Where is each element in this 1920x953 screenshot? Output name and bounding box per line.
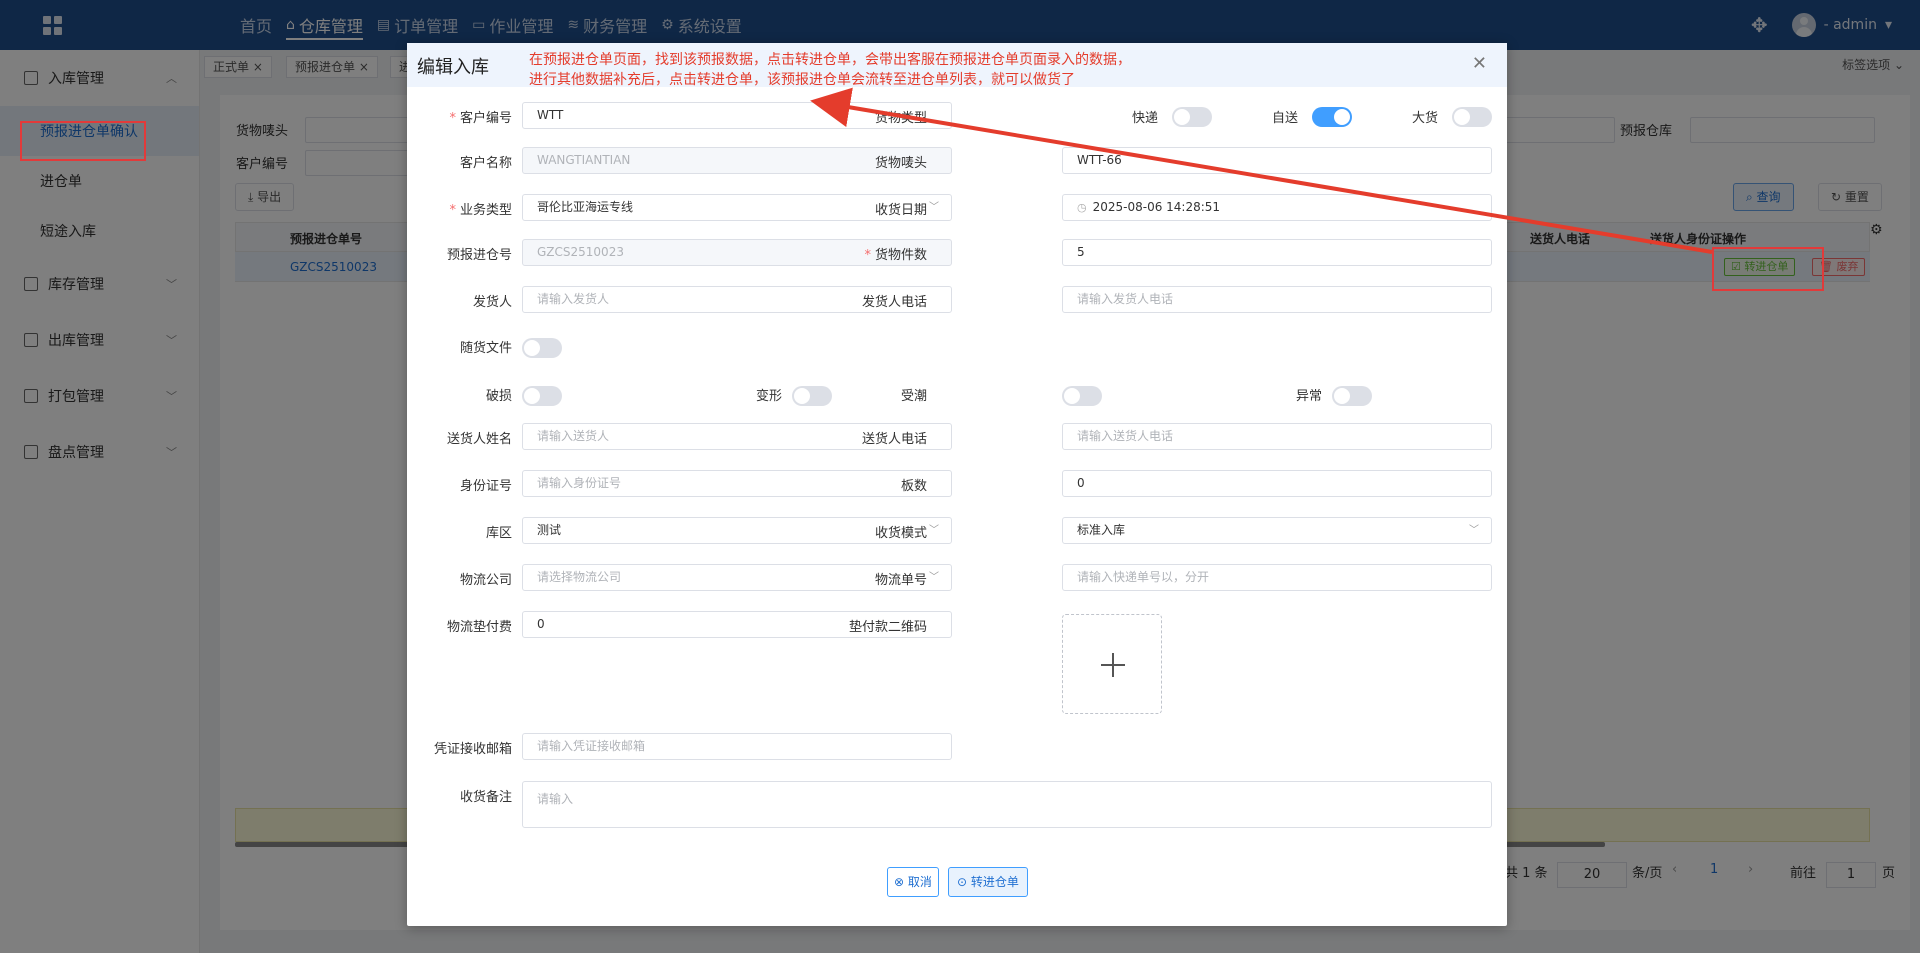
receive-mode-select[interactable]: 标准入库 ﹀ — [1062, 517, 1492, 544]
annotation-text: 在预报进仓单页面，找到该预报数据，点击转进仓单，会带出客服在预报进仓单页面录入的… — [529, 50, 1131, 90]
remarks-textarea[interactable]: 请输入 — [522, 781, 1492, 828]
piece-count-label: * 货物件数 — [864, 248, 927, 263]
tracking-no-label: 物流单号 — [874, 573, 927, 588]
logistics-company-placeholder: 请选择物流公司 — [537, 570, 622, 584]
receive-date-picker[interactable]: ◷ 2025-08-06 14:28:51 — [1062, 194, 1492, 221]
cancel-circle-icon: ⊗ — [894, 875, 905, 889]
annotation-line-1: 在预报进仓单页面，找到该预报数据，点击转进仓单，会带出客服在预报进仓单页面录入的… — [529, 52, 1131, 68]
qr-upload-plus-icon[interactable] — [1062, 614, 1162, 714]
abnormal-switch[interactable] — [1332, 386, 1372, 406]
deliverer-phone-input[interactable]: 请输入送货人电话 — [1062, 423, 1492, 450]
pallets-label: 板数 — [900, 479, 927, 494]
convert-label: 转进仓单 — [970, 875, 1019, 889]
shipper-phone-input[interactable]: 请输入发货人电话 — [1062, 286, 1492, 313]
cargo-type-self-label: 自送 — [1272, 111, 1299, 126]
receive-date-value: 2025-08-06 14:28:51 — [1092, 200, 1221, 214]
cancel-button[interactable]: ⊗ 取消 — [887, 867, 939, 897]
chevron-down-icon: ﹀ — [929, 572, 939, 583]
logistics-fee-label: 物流垫付费 — [446, 620, 512, 635]
pallets-input[interactable]: 0 — [1062, 470, 1492, 497]
highlight-box-operation — [1712, 247, 1824, 291]
receive-mode-label: 收货模式 — [874, 526, 927, 541]
dialog-title: 编辑入库 — [417, 57, 489, 78]
customer-code-label: * 客户编号 — [449, 111, 512, 126]
id-number-label: 身份证号 — [459, 479, 512, 494]
abnormal-label: 异常 — [1295, 389, 1322, 404]
damaged-switch[interactable] — [522, 386, 562, 406]
customer-name-label: 客户名称 — [459, 156, 512, 171]
tracking-no-input[interactable]: 请输入快递单号以，分开 — [1062, 564, 1492, 591]
accompanying-docs-label: 随货文件 — [459, 341, 512, 356]
damp-switch[interactable] — [1062, 386, 1102, 406]
highlight-box-sidebar — [20, 121, 146, 161]
edit-inbound-dialog: 编辑入库 在预报进仓单页面，找到该预报数据，点击转进仓单，会带出客服在预报进仓单… — [407, 43, 1507, 926]
logistics-company-label: 物流公司 — [459, 573, 512, 588]
cargo-mark-label: 货物唛头 — [874, 156, 927, 171]
zone-label: 库区 — [485, 526, 512, 541]
receive-date-label: 收货日期 — [874, 203, 927, 218]
cargo-type-express-label: 快递 — [1132, 111, 1159, 126]
clock-icon: ◷ — [1077, 201, 1087, 214]
cargo-type-self-switch[interactable] — [1312, 107, 1352, 127]
cargo-type-label: 货物类型 — [874, 111, 927, 126]
shipper-label: 发货人 — [472, 295, 512, 310]
annotation-line-2: 进行其他数据补充后，点击转进仓单，该预报进仓单会流转至进仓单列表，就可以做货了 — [529, 72, 1075, 88]
check-circle-icon: ⊙ — [957, 875, 968, 889]
close-icon[interactable]: ✕ — [1472, 53, 1487, 74]
remarks-label: 收货备注 — [459, 790, 512, 805]
voucher-email-label: 凭证接收邮箱 — [433, 742, 512, 757]
chevron-down-icon: ﹀ — [929, 525, 939, 536]
deliverer-phone-label: 送货人电话 — [861, 432, 927, 447]
deliverer-name-label: 送货人姓名 — [446, 432, 512, 447]
damp-label: 受潮 — [900, 389, 927, 404]
cancel-label: 取消 — [907, 875, 932, 889]
receive-mode-value: 标准入库 — [1077, 523, 1126, 537]
shipper-phone-label: 发货人电话 — [861, 295, 927, 310]
payment-qr-label: 垫付款二维码 — [848, 620, 927, 635]
cargo-type-bulk-switch[interactable] — [1452, 107, 1492, 127]
cargo-type-bulk-label: 大货 — [1412, 111, 1439, 126]
business-type-label: * 业务类型 — [449, 203, 512, 218]
piece-count-input[interactable]: 5 — [1062, 239, 1492, 266]
damaged-label: 破损 — [485, 389, 512, 404]
voucher-email-input[interactable]: 请输入凭证接收邮箱 — [522, 733, 952, 760]
cargo-mark-input[interactable]: WTT-66 — [1062, 147, 1492, 174]
chevron-down-icon: ﹀ — [1469, 525, 1479, 536]
deformed-label: 变形 — [755, 389, 782, 404]
zone-value: 测试 — [537, 523, 562, 537]
forecast-no-label: 预报进仓号 — [446, 248, 512, 263]
accompanying-docs-switch[interactable] — [522, 338, 562, 358]
convert-to-inbound-button[interactable]: ⊙ 转进仓单 — [948, 867, 1028, 897]
cargo-type-express-switch[interactable] — [1172, 107, 1212, 127]
chevron-down-icon: ﹀ — [929, 202, 939, 213]
business-type-value: 哥伦比亚海运专线 — [537, 200, 634, 214]
